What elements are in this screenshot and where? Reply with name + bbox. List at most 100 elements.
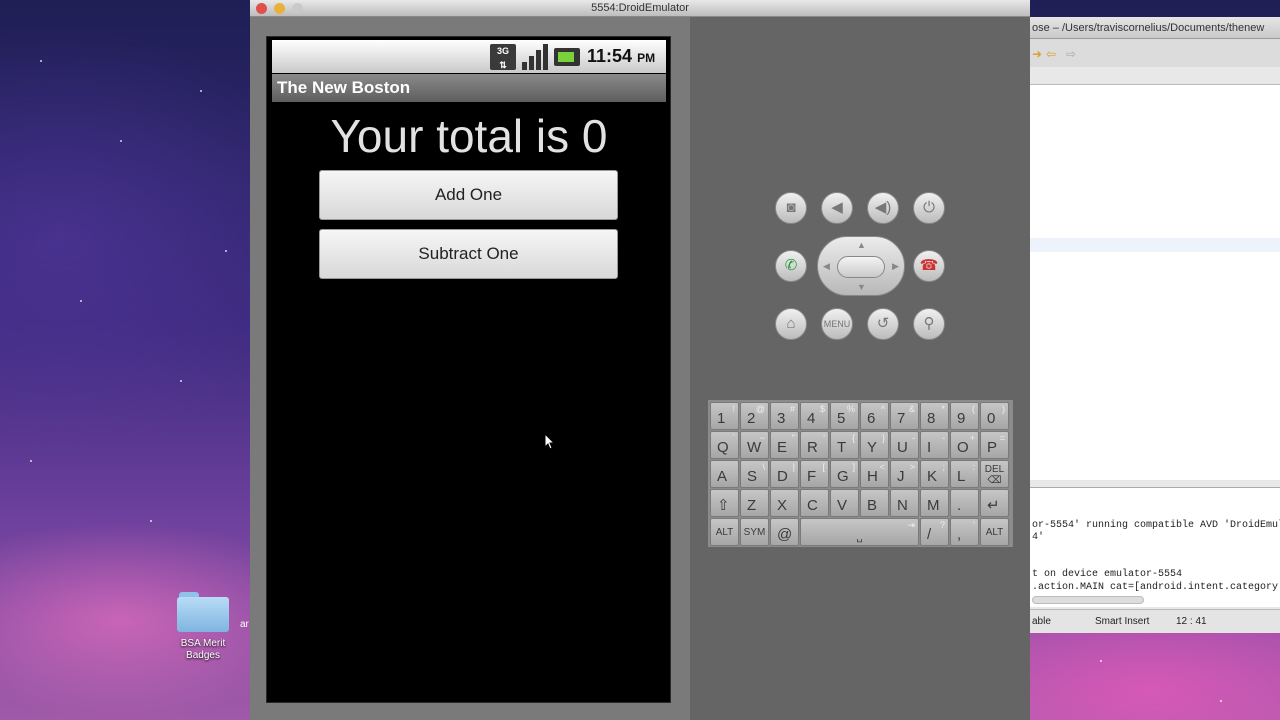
key-7[interactable]: 7 & <box>890 402 919 430</box>
key-k[interactable]: K; <box>920 460 949 488</box>
horizontal-scrollbar[interactable] <box>1032 596 1144 604</box>
back-button[interactable]: ↺ <box>867 308 899 340</box>
key-alt-right[interactable]: ALT <box>980 518 1009 546</box>
call-button[interactable]: ✆ <box>775 250 807 282</box>
key-h[interactable]: H < <box>860 460 889 488</box>
key-x[interactable]: X <box>770 489 799 517</box>
end-call-button[interactable]: ☎ <box>913 250 945 282</box>
volume-down-icon: ◀ <box>831 199 843 216</box>
key-period[interactable]: . <box>950 489 979 517</box>
key-i[interactable]: I- <box>920 431 949 459</box>
backspace-icon: ⌫ <box>987 475 1002 486</box>
key-n[interactable]: N <box>890 489 919 517</box>
home-icon: ⌂ <box>786 315 796 332</box>
star <box>80 300 82 302</box>
minimize-button[interactable] <box>274 3 285 14</box>
zoom-button[interactable] <box>292 3 303 14</box>
emulator-title: 5554:DroidEmulator <box>591 2 689 14</box>
key-enter[interactable]: ↵ <box>980 489 1009 517</box>
emulator-keyboard: 1! 2 @ 3 # 4 $ 5% 6 ^ 7 & 8 * 9( 0) Q ` W ~ E " R… <box>708 400 1013 547</box>
status-position: 12 : 41 <box>1176 616 1207 627</box>
power-button[interactable]: ⏻ <box>913 192 945 224</box>
volume-down-button[interactable]: ◀ <box>821 192 853 224</box>
key-v[interactable]: V <box>830 489 859 517</box>
app-title-bar: The New Boston <box>272 74 666 102</box>
menu-button[interactable]: MENU <box>821 308 853 340</box>
key-shift[interactable]: ⇧ <box>710 489 739 517</box>
phone-call-icon: ✆ <box>784 257 798 274</box>
eclipse-window: ose – /Users/traviscornelius/Documents/t… <box>1030 17 1280 633</box>
key-4[interactable]: 4 $ <box>800 402 829 430</box>
key-j[interactable]: J > <box>890 460 919 488</box>
key-8[interactable]: 8 * <box>920 402 949 430</box>
dpad-center-button[interactable] <box>837 256 885 278</box>
dpad-up-icon: ▲ <box>857 240 866 250</box>
key-t[interactable]: T{ <box>830 431 859 459</box>
total-display: Your total is 0 <box>330 110 608 162</box>
key-m[interactable]: M <box>920 489 949 517</box>
key-u[interactable]: U- <box>890 431 919 459</box>
key-e[interactable]: E " <box>770 431 799 459</box>
close-button[interactable] <box>256 3 267 14</box>
key-b[interactable]: B <box>860 489 889 517</box>
key-del[interactable]: DEL ⌫ <box>980 460 1009 488</box>
key-at[interactable]: @ <box>770 518 799 546</box>
key-alt-left[interactable]: ALT <box>710 518 739 546</box>
star <box>180 380 182 382</box>
camera-button[interactable]: ◙ <box>775 192 807 224</box>
enter-icon: ↵ <box>987 497 1000 514</box>
key-5[interactable]: 5% <box>830 402 859 430</box>
statusbar-clock: 11:54 PM <box>587 46 656 66</box>
search-button[interactable]: ⚲ <box>913 308 945 340</box>
key-y[interactable]: Y} <box>860 431 889 459</box>
key-d[interactable]: D | <box>770 460 799 488</box>
android-statusbar: 3G ⇅ 11:54 PM <box>272 40 666 73</box>
signal-icon <box>522 44 548 70</box>
desktop-folder[interactable]: BSA Merit Badges <box>172 592 234 662</box>
key-z[interactable]: Z <box>740 489 769 517</box>
key-g[interactable]: G] <box>830 460 859 488</box>
dpad[interactable]: ▲ ▼ ◀ ▶ <box>817 236 905 296</box>
key-1[interactable]: 1! <box>710 402 739 430</box>
key-o[interactable]: O + <box>950 431 979 459</box>
search-icon: ⚲ <box>923 315 935 332</box>
subtract-one-button[interactable]: Subtract One <box>319 229 618 279</box>
status-writable: able <box>1032 616 1051 627</box>
device-screen[interactable]: 3G ⇅ 11:54 PM The New Boston Your total i… <box>266 36 671 703</box>
key-2[interactable]: 2 @ <box>740 402 769 430</box>
key-a[interactable]: A <box>710 460 739 488</box>
key-q[interactable]: Q ` <box>710 431 739 459</box>
camera-icon: ◙ <box>786 199 796 216</box>
key-l[interactable]: L: <box>950 460 979 488</box>
key-space[interactable]: ⇥ ␣ <box>800 518 919 546</box>
key-p[interactable]: P = <box>980 431 1009 459</box>
mouse-cursor-icon <box>544 433 556 450</box>
star <box>1220 700 1222 702</box>
key-r[interactable]: R ' <box>800 431 829 459</box>
back-icon[interactable]: ⇦ <box>1046 47 1056 61</box>
key-0[interactable]: 0) <box>980 402 1009 430</box>
star <box>150 520 152 522</box>
key-w[interactable]: W ~ <box>740 431 769 459</box>
key-s[interactable]: S \ <box>740 460 769 488</box>
status-insert-mode: Smart Insert <box>1095 616 1150 627</box>
code-editor[interactable] <box>1030 84 1280 480</box>
key-6[interactable]: 6 ^ <box>860 402 889 430</box>
key-sym[interactable]: SYM <box>740 518 769 546</box>
volume-up-button[interactable]: ◀) <box>867 192 899 224</box>
console-line: or-5554' running compatible AVD 'DroidEm… <box>1032 520 1280 531</box>
star <box>200 90 202 92</box>
star <box>40 60 42 62</box>
shift-icon: ⇧ <box>717 497 730 514</box>
key-9[interactable]: 9( <box>950 402 979 430</box>
home-button[interactable]: ⌂ <box>775 308 807 340</box>
key-comma[interactable]: , ' <box>950 518 979 546</box>
add-one-button[interactable]: Add One <box>319 170 618 220</box>
key-f[interactable]: F[ <box>800 460 829 488</box>
key-slash[interactable]: /? <box>920 518 949 546</box>
forward-icon[interactable]: ➜ <box>1032 47 1042 61</box>
console-line: t on device emulator-5554 <box>1032 569 1183 580</box>
key-3[interactable]: 3 # <box>770 402 799 430</box>
console-view[interactable]: or-5554' running compatible AVD 'DroidEm… <box>1030 487 1280 607</box>
key-c[interactable]: C <box>800 489 829 517</box>
